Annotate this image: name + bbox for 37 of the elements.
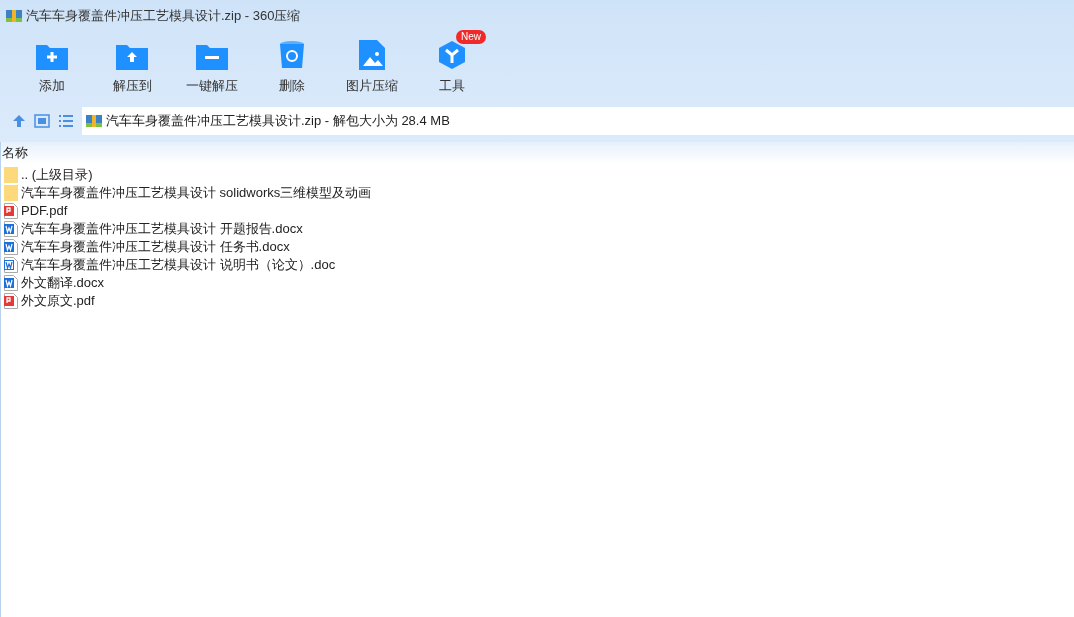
folder-minus-icon xyxy=(196,42,228,70)
file-row[interactable]: 汽车车身覆盖件冲压工艺模具设计 开题报告.docx xyxy=(4,220,1074,238)
file-row[interactable]: 汽车车身覆盖件冲压工艺模具设计 说明书（论文）.doc xyxy=(4,256,1074,274)
up-arrow-icon[interactable] xyxy=(12,114,26,128)
file-row[interactable]: 外文原文.pdf xyxy=(4,292,1074,310)
thumbnail-view-icon[interactable] xyxy=(34,114,50,128)
file-row[interactable]: 外文翻译.docx xyxy=(4,274,1074,292)
file-row[interactable]: PDF.pdf xyxy=(4,202,1074,220)
toolbar-button[interactable]: 删除 xyxy=(252,32,332,98)
archive-icon xyxy=(6,8,22,24)
pdf-file-icon xyxy=(4,293,18,309)
toolbar-button[interactable]: 一键解压 xyxy=(172,32,252,98)
folder-plus-icon xyxy=(36,42,68,70)
word-file-icon xyxy=(4,221,18,237)
word-file-icon xyxy=(4,239,18,255)
column-header[interactable]: 名称 xyxy=(1,142,1074,164)
address-bar[interactable]: 汽车车身覆盖件冲压工艺模具设计.zip - 解包大小为 28.4 MB xyxy=(82,107,1074,135)
toolbar-button[interactable]: 解压到 xyxy=(92,32,172,98)
folder-icon xyxy=(4,167,18,183)
recycle-bin-icon xyxy=(279,40,305,70)
list-view-icon[interactable] xyxy=(58,114,74,128)
pdf-file-icon xyxy=(4,203,18,219)
hexagon-icon xyxy=(437,40,467,70)
archive-icon xyxy=(86,113,102,129)
toolbar-button[interactable]: 添加 xyxy=(12,32,92,98)
image-file-icon xyxy=(359,40,385,70)
folder-icon xyxy=(4,185,18,201)
address-text: 汽车车身覆盖件冲压工艺模具设计.zip - 解包大小为 28.4 MB xyxy=(106,112,450,131)
window-title: 汽车车身覆盖件冲压工艺模具设计.zip - 360压缩 xyxy=(26,7,301,26)
file-row[interactable]: 汽车车身覆盖件冲压工艺模具设计 任务书.docx xyxy=(4,238,1074,256)
toolbar-button[interactable]: 图片压缩 xyxy=(332,32,412,98)
new-badge: New xyxy=(456,30,486,44)
word-file-icon xyxy=(4,275,18,291)
file-row[interactable]: .. (上级目录) xyxy=(4,166,1074,184)
file-row[interactable]: 汽车车身覆盖件冲压工艺模具设计 solidworks三维模型及动画 xyxy=(4,184,1074,202)
folder-upload-icon xyxy=(116,42,148,70)
word-file-icon xyxy=(4,257,18,273)
